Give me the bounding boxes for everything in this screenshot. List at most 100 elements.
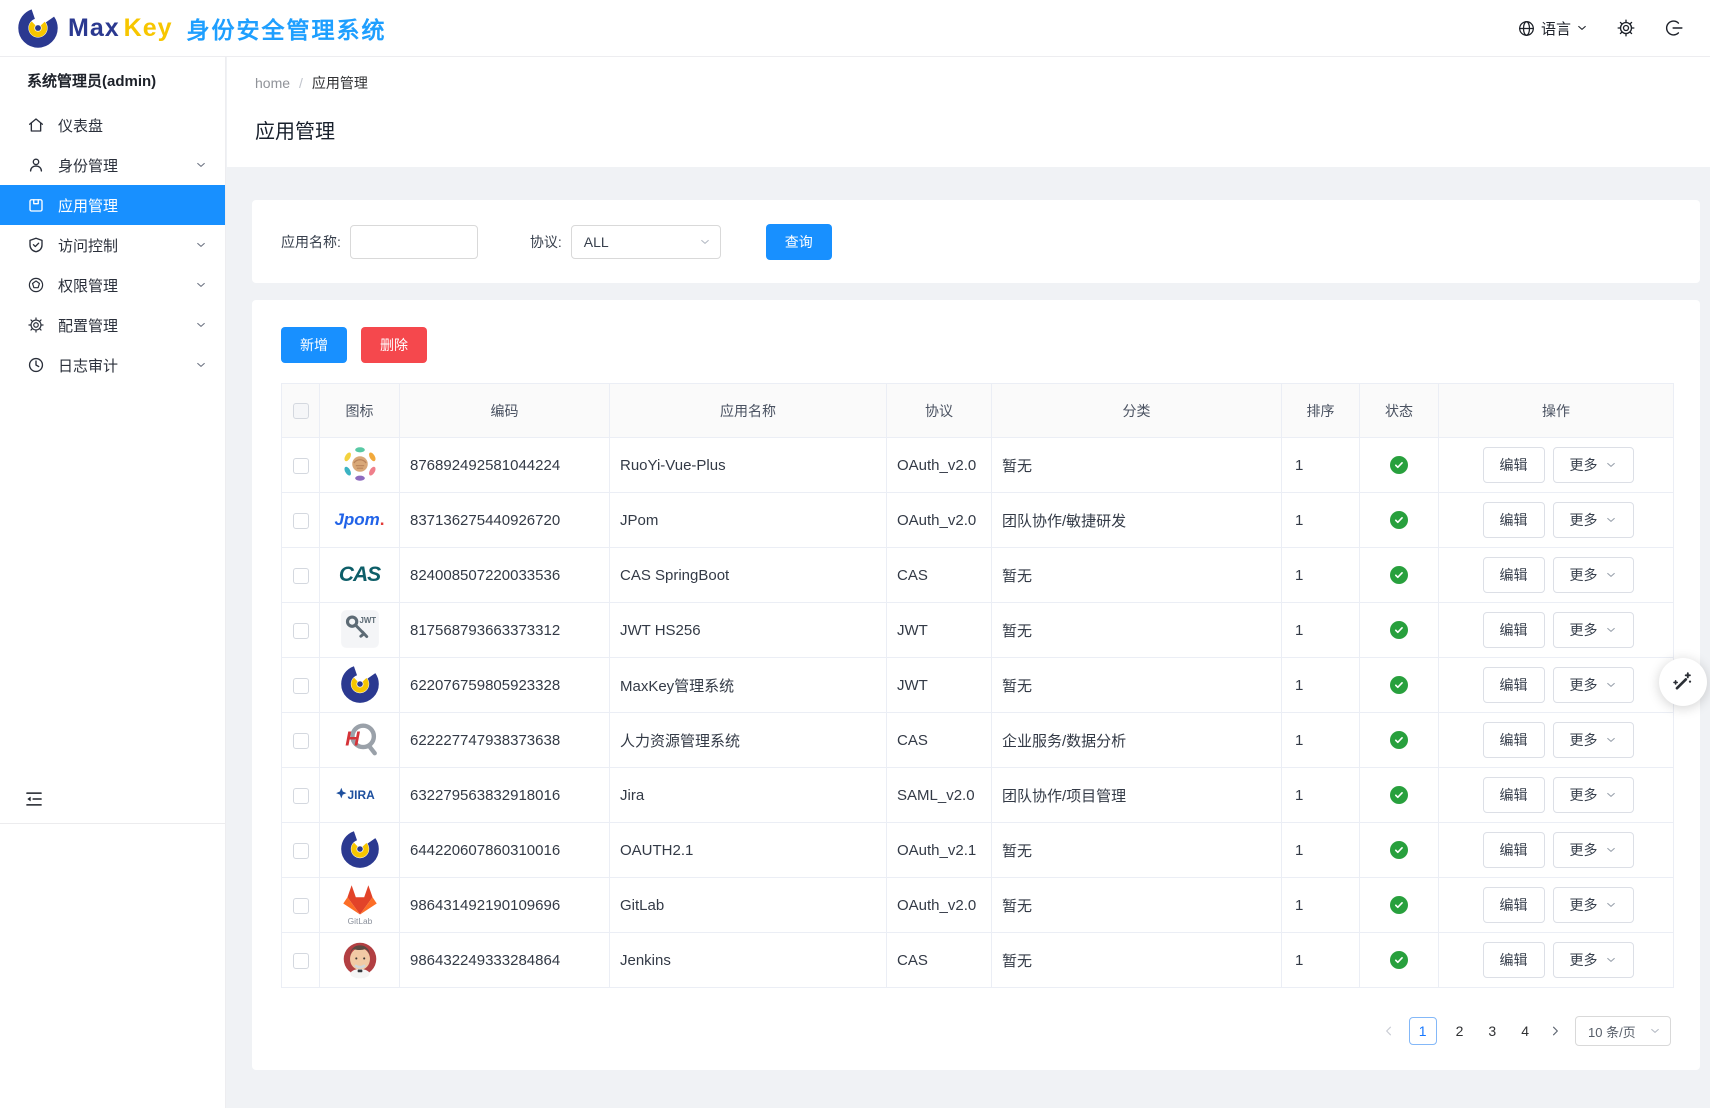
cell-name: Jira [610,768,887,823]
table-row: Jpom. 837136275440926720 JPom OAuth_v2.0… [282,493,1674,548]
table-row: 622076759805923328 MaxKey管理系统 JWT 暂无 1 编… [282,658,1674,713]
page-button-4[interactable]: 4 [1515,1017,1535,1045]
status-enabled-icon [1390,511,1408,529]
brand-max: Max [68,14,120,43]
brand: Max Key 身份安全管理系统 [16,6,387,50]
sidebar-item-label: 访问控制 [58,235,195,256]
svg-text:JWT: JWT [359,616,376,625]
edit-button[interactable]: 编辑 [1483,557,1545,593]
sidebar-item-identity[interactable]: 身份管理 [0,145,225,185]
gear-icon [1616,18,1636,38]
page-button-3[interactable]: 3 [1482,1017,1502,1045]
protocol-select[interactable]: ALL [571,225,721,259]
sidebar-item-access[interactable]: 访问控制 [0,225,225,265]
edit-button[interactable]: 编辑 [1483,887,1545,923]
row-checkbox[interactable] [293,678,309,694]
table-row: CAS 824008507220033536 CAS SpringBoot CA… [282,548,1674,603]
cell-category: 暂无 [992,933,1282,988]
more-button[interactable]: 更多 [1553,667,1634,703]
more-button[interactable]: 更多 [1553,612,1634,648]
sidebar-item-apps[interactable]: 应用管理 [0,185,225,225]
delete-button[interactable]: 删除 [361,327,427,363]
edit-button[interactable]: 编辑 [1483,777,1545,813]
cell-code: 876892492581044224 [400,438,610,493]
cell-name: JWT HS256 [610,603,887,658]
status-enabled-icon [1390,456,1408,474]
col-sort: 排序 [1282,384,1360,438]
logout-button[interactable] [1664,18,1684,38]
collapse-sidebar-button[interactable] [24,789,44,812]
dashboard-icon [27,116,45,134]
cell-category: 暂无 [992,878,1282,933]
row-checkbox[interactable] [293,733,309,749]
pagination: 1234 10 条/页 [1382,1016,1671,1046]
edit-button[interactable]: 编辑 [1483,832,1545,868]
cell-name: 人力资源管理系统 [610,713,887,768]
prev-page-button[interactable] [1382,1024,1396,1038]
page-button-1[interactable]: 1 [1409,1017,1437,1045]
svg-text:H: H [345,728,360,750]
select-all-checkbox[interactable] [293,403,309,419]
sidebar-item-audit[interactable]: 日志审计 [0,345,225,385]
app-name-input[interactable] [350,225,478,259]
magic-wand-button[interactable] [1659,658,1707,706]
cell-protocol: CAS [887,933,992,988]
cell-name: JPom [610,493,887,548]
page-buttons: 1234 [1409,1017,1535,1045]
search-button[interactable]: 查询 [766,224,832,260]
row-checkbox[interactable] [293,788,309,804]
col-code: 编码 [400,384,610,438]
more-button[interactable]: 更多 [1553,447,1634,483]
more-button[interactable]: 更多 [1553,557,1634,593]
table-header-row: 图标 编码 应用名称 协议 分类 排序 状态 操作 [282,384,1674,438]
row-checkbox[interactable] [293,568,309,584]
col-status: 状态 [1360,384,1439,438]
edit-button[interactable]: 编辑 [1483,612,1545,648]
sidebar-item-dashboard[interactable]: 仪表盘 [0,105,225,145]
page-button-2[interactable]: 2 [1450,1017,1470,1045]
more-button[interactable]: 更多 [1553,777,1634,813]
breadcrumb-home[interactable]: home [255,75,290,91]
edit-button[interactable]: 编辑 [1483,447,1545,483]
more-button[interactable]: 更多 [1553,887,1634,923]
breadcrumb-current: 应用管理 [312,73,368,93]
edit-button[interactable]: 编辑 [1483,667,1545,703]
settings-button[interactable] [1616,18,1636,38]
chevron-down-icon [1605,459,1617,471]
cell-category: 团队协作/敏捷研发 [992,493,1282,548]
table-row: JWT 817568793663373312 JWT HS256 JWT 暂无 … [282,603,1674,658]
row-checkbox[interactable] [293,623,309,639]
edit-button[interactable]: 编辑 [1483,942,1545,978]
table-row: GitLab 986431492190109696 GitLab OAuth_v… [282,878,1674,933]
logout-icon [1664,18,1684,38]
app-root: Max Key 身份安全管理系统 语言 系统管理员(admin) 仪表盘 身份管… [0,0,1710,1108]
col-actions: 操作 [1439,384,1674,438]
cell-sort: 1 [1282,493,1360,548]
edit-button[interactable]: 编辑 [1483,722,1545,758]
cell-code: 622076759805923328 [400,658,610,713]
more-button[interactable]: 更多 [1553,502,1634,538]
more-button[interactable]: 更多 [1553,832,1634,868]
next-page-button[interactable] [1548,1024,1562,1038]
row-checkbox[interactable] [293,953,309,969]
sidebar-user: 系统管理员(admin) [0,57,225,105]
hr-logo: H [339,717,381,761]
menu-fold-icon [24,789,44,809]
row-checkbox[interactable] [293,513,309,529]
edit-button[interactable]: 编辑 [1483,502,1545,538]
row-checkbox[interactable] [293,898,309,914]
language-menu[interactable]: 语言 [1517,18,1588,39]
sidebar-item-permission[interactable]: 权限管理 [0,265,225,305]
row-checkbox[interactable] [293,458,309,474]
header-actions: 语言 [1517,18,1684,39]
sidebar-menu: 仪表盘 身份管理 应用管理 访问控制 权限管理 配置管理 日志审计 [0,105,225,385]
more-button[interactable]: 更多 [1553,722,1634,758]
sidebar-item-config[interactable]: 配置管理 [0,305,225,345]
ruoyi-logo [339,442,381,486]
chevron-down-icon [195,279,207,291]
row-checkbox[interactable] [293,843,309,859]
add-button[interactable]: 新增 [281,327,347,363]
page-size-select[interactable]: 10 条/页 [1575,1016,1671,1046]
more-button[interactable]: 更多 [1553,942,1634,978]
protocol-label: 协议: [530,232,562,252]
